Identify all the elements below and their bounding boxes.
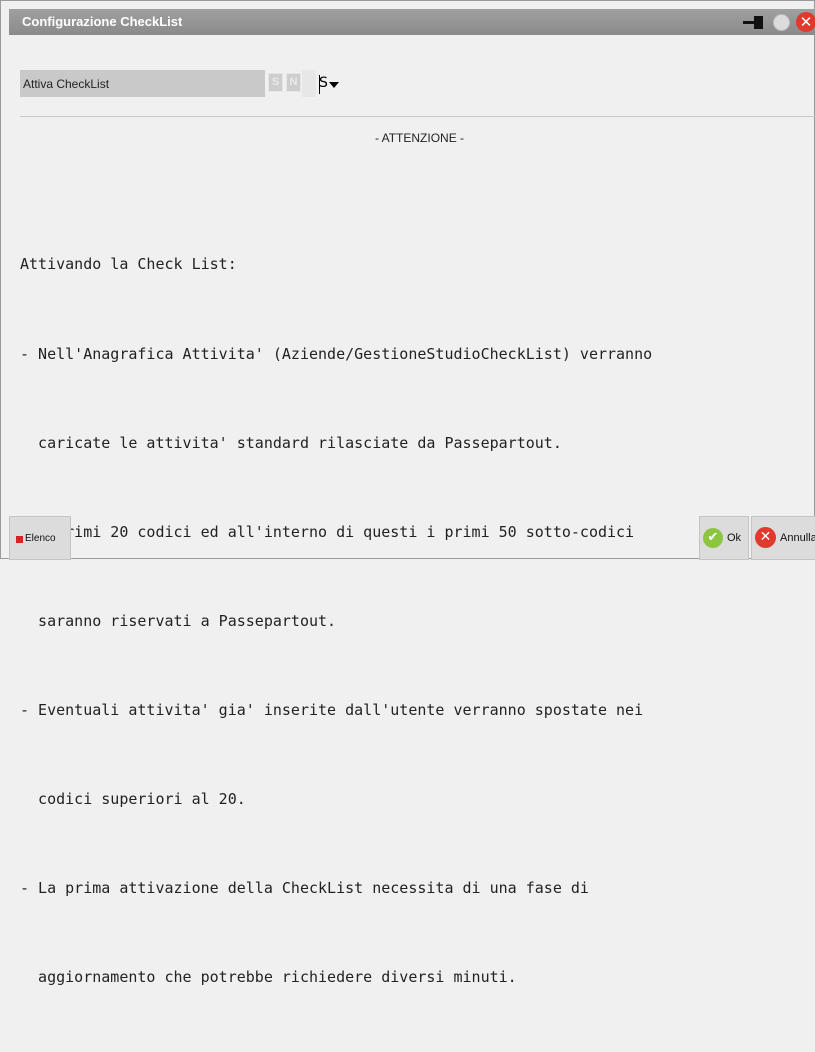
pin-icon[interactable] (741, 14, 767, 30)
attention-heading: - ATTENZIONE - (374, 131, 465, 145)
ok-button[interactable]: ✔ Ok (699, 516, 749, 560)
notice-line: aggiornamento che potrebbe richiedere di… (20, 968, 517, 987)
field-label: Attiva CheckList (23, 77, 110, 91)
checklist-select[interactable]: S (318, 75, 342, 95)
close-icon[interactable]: ✕ (796, 12, 815, 32)
cancel-icon: ✕ (755, 527, 776, 548)
attiva-checklist-field: Attiva CheckList (20, 70, 265, 97)
dialog-window: Configurazione CheckList ✕ Attiva CheckL… (0, 0, 815, 986)
title-bar-controls: ✕ (741, 12, 815, 32)
minimize-circle-icon[interactable] (773, 13, 790, 31)
elenco-button[interactable]: Elenco (9, 516, 71, 560)
options-gap (302, 70, 316, 97)
divider (20, 116, 815, 117)
notice-line: - La prima attivazione della CheckList n… (20, 879, 589, 898)
checkmark-icon: ✔ (703, 528, 723, 548)
chevron-down-icon[interactable] (329, 82, 339, 88)
notice-text: Attivando la Check List: - Nell'Anagrafi… (20, 191, 652, 1052)
notice-line: codici superiori al 20. (20, 789, 246, 808)
notice-line: saranno riservati a Passepartout. (20, 611, 337, 630)
select-value: S (319, 75, 328, 91)
elenco-label: Elenco (25, 533, 56, 544)
annulla-button[interactable]: ✕ Annulla (751, 516, 815, 560)
notice-line: - I primi 20 codici ed all'interno di qu… (20, 522, 635, 541)
notice-line: - Eventuali attivita' gia' inserite dall… (20, 700, 644, 719)
notice-line: Attivando la Check List: (20, 255, 237, 274)
option-n-button[interactable]: N (286, 73, 301, 92)
annulla-label: Annulla (780, 532, 815, 544)
notice-line: - Nell'Anagrafica Attivita' (Aziende/Ges… (20, 344, 653, 363)
window-title: Configurazione CheckList (22, 14, 183, 29)
notice-line: caricate le attivita' standard rilasciat… (20, 433, 562, 452)
option-s-button[interactable]: S (268, 73, 283, 92)
title-bar: Configurazione CheckList ✕ (9, 9, 815, 35)
text-cursor (319, 75, 320, 94)
elenco-square-icon (16, 536, 23, 543)
ok-label: Ok (727, 532, 742, 544)
